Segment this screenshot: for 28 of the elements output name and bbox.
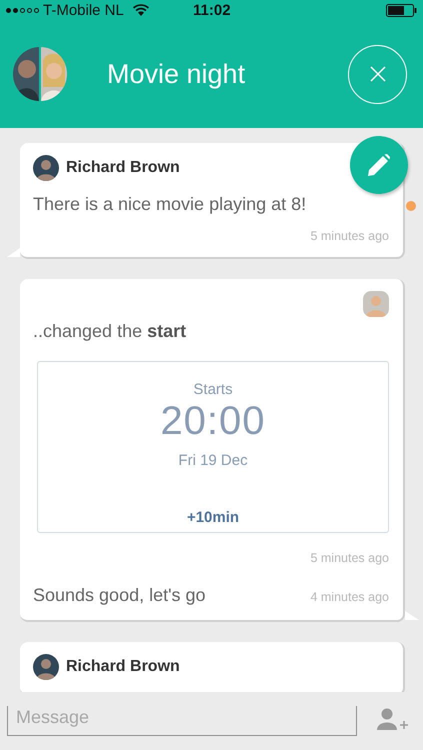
timestamp: 5 minutes ago: [309, 229, 389, 243]
pencil-icon: [368, 154, 390, 176]
message-text: There is a nice movie playing at 8!: [33, 194, 308, 215]
event-time: 20:00: [160, 399, 266, 444]
message-field[interactable]: Message: [7, 706, 357, 736]
event-date: Fri 19 Dec: [178, 452, 248, 469]
chat-title: Movie night: [107, 58, 246, 90]
clock-time: 11:02: [193, 2, 231, 18]
change-text: ..changed the start: [33, 321, 188, 342]
wifi-icon: [132, 4, 149, 16]
close-button[interactable]: [348, 44, 407, 104]
battery-icon: [386, 4, 417, 16]
carrier-name: T-Mobile NL: [43, 2, 124, 18]
event-label: Starts: [193, 381, 233, 398]
add-person-icon: [377, 708, 409, 732]
author-name: Richard Brown: [66, 159, 180, 177]
timestamp: 5 minutes ago: [309, 551, 389, 565]
avatar-icon: [33, 654, 59, 680]
signal-icon: [6, 8, 39, 12]
add-time-button[interactable]: +10min: [186, 509, 240, 526]
message-text: Sounds good, let's go: [33, 585, 206, 606]
close-icon: [370, 66, 386, 82]
edit-button[interactable]: [350, 136, 408, 194]
author-name: Richard Brown: [66, 658, 180, 676]
avatar-icon: [33, 155, 59, 181]
avatar-icon: [363, 291, 389, 317]
group-avatar: [13, 47, 67, 101]
timestamp: 4 minutes ago: [310, 590, 389, 604]
